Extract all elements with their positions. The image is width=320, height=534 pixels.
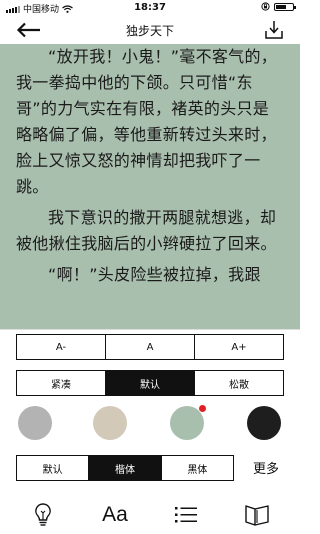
font-family-control: 默认 楷体 黑体 xyxy=(16,455,234,481)
status-time: 18:37 xyxy=(134,2,166,13)
font-size-control: A- A A+ xyxy=(16,334,284,360)
reader-settings-panel: A- A A+ 紧凑 默认 松散 默认 楷体 黑体 更多 Aa xyxy=(0,329,300,533)
font-default-option[interactable]: 默认 xyxy=(17,456,88,480)
list-icon xyxy=(175,507,197,523)
selected-indicator xyxy=(199,405,206,412)
bottom-toolbar: Aa xyxy=(0,496,300,534)
reading-area[interactable]: “放开我！小鬼！”毫不客气的，我一拳捣中他的下颌。只可惜“东哥”的力气实在有限，… xyxy=(0,44,300,329)
nav-bar: 独步天下 xyxy=(0,16,300,44)
spacing-default-option[interactable]: 默认 xyxy=(105,371,194,395)
status-bar: 中国移动 18:37 xyxy=(0,0,300,16)
font-family-row: 默认 楷体 黑体 更多 xyxy=(16,455,279,481)
more-fonts-button[interactable]: 更多 xyxy=(253,458,279,477)
table-of-contents-button[interactable] xyxy=(171,500,201,530)
book-title: 独步天下 xyxy=(125,24,174,38)
font-icon: Aa xyxy=(102,503,128,526)
font-settings-button[interactable]: Aa xyxy=(100,500,130,530)
font-size-decrease-button[interactable]: A- xyxy=(17,335,105,359)
book-icon xyxy=(245,505,269,526)
download-icon[interactable] xyxy=(264,19,284,41)
paragraph: “啊！”头皮险些被拉掉，我跟 xyxy=(48,265,261,284)
font-size-increase-button[interactable]: A+ xyxy=(194,335,283,359)
orientation-lock-icon xyxy=(261,2,270,11)
paragraph: 我下意识的撒开两腿就想逃，却被他揪住我脑后的小辫硬拉了回来。 xyxy=(16,208,277,253)
background-swatch-green[interactable] xyxy=(170,405,206,440)
background-swatch-black[interactable] xyxy=(247,406,281,440)
bookshelf-button[interactable] xyxy=(242,500,272,530)
paragraph: “放开我！小鬼！”毫不客气的，我一拳捣中他的下颌。只可惜“东哥”的力气实在有限，… xyxy=(16,47,278,196)
background-color-picker xyxy=(0,405,300,442)
spacing-compact-option[interactable]: 紧凑 xyxy=(17,371,105,395)
line-spacing-control: 紧凑 默认 松散 xyxy=(16,370,284,396)
background-swatch-gray[interactable] xyxy=(18,406,52,440)
lightbulb-icon xyxy=(35,503,51,526)
brightness-button[interactable] xyxy=(28,500,58,530)
font-size-current[interactable]: A xyxy=(105,335,194,359)
spacing-loose-option[interactable]: 松散 xyxy=(194,371,283,395)
battery-icon xyxy=(274,2,296,11)
background-swatch-beige[interactable] xyxy=(93,406,127,440)
font-kaiti-option[interactable]: 楷体 xyxy=(88,456,161,480)
font-heiti-option[interactable]: 黑体 xyxy=(160,456,233,480)
